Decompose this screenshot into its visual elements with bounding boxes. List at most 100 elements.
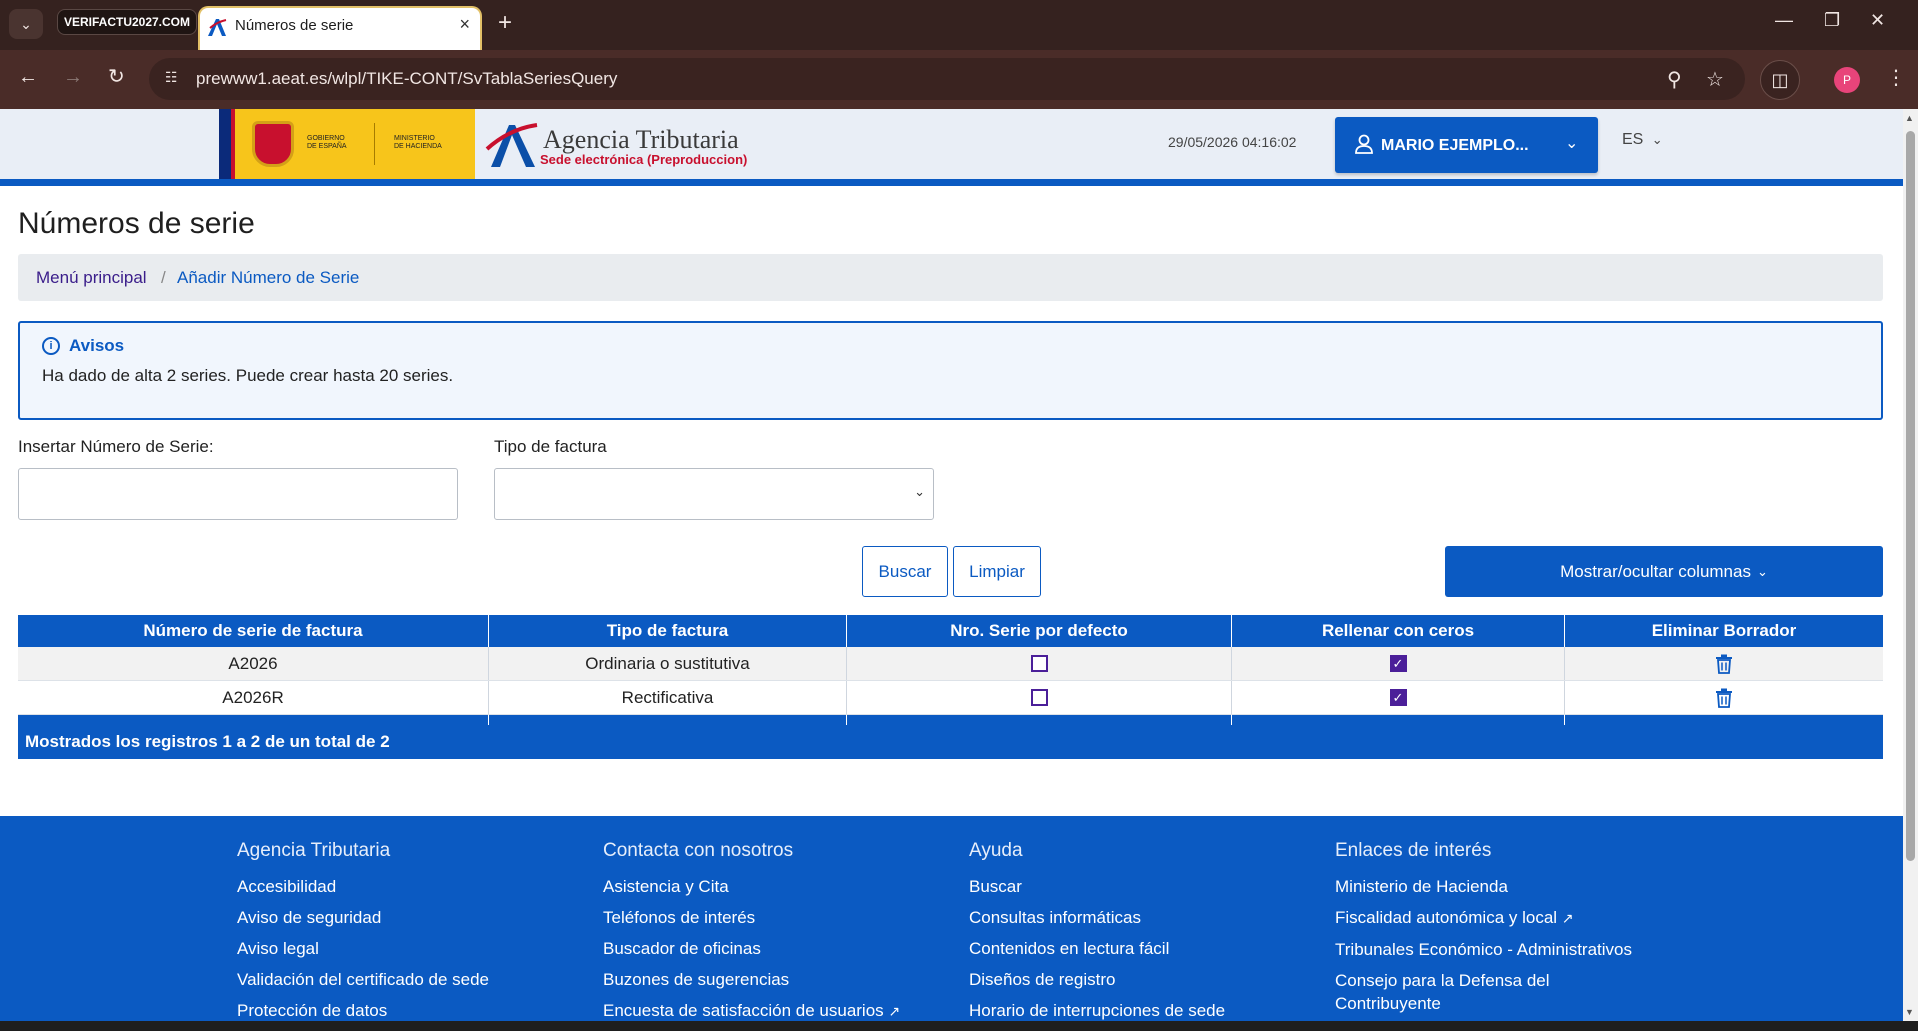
- external-link-icon: ↗: [1561, 910, 1574, 926]
- site-info-icon[interactable]: ☷: [165, 69, 185, 89]
- footer-link[interactable]: Contenidos en lectura fácil: [969, 937, 1225, 960]
- footer-heading: Contacta con nosotros: [603, 840, 794, 861]
- table-record-count: Mostrados los registros 1 a 2 de un tota…: [18, 725, 1883, 759]
- default-series-checkbox[interactable]: [1030, 689, 1048, 706]
- tab-title: Números de serie: [235, 17, 354, 34]
- close-window-icon[interactable]: ✕: [1870, 10, 1885, 31]
- restore-icon[interactable]: ❐: [1824, 10, 1840, 31]
- table-row: A2026 Ordinaria o sustitutiva ✓: [18, 647, 1883, 681]
- footer-link[interactable]: Ministerio de Hacienda: [1335, 875, 1655, 898]
- browser-tab-bar: ⌄ VERIFACTU2027.COM Números de serie × +…: [0, 0, 1918, 50]
- browser-toolbar: ← → ↻ ☷ prewww1.aeat.es/wlpl/TIKE-CONT/S…: [0, 50, 1918, 109]
- address-bar[interactable]: ☷ prewww1.aeat.es/wlpl/TIKE-CONT/SvTabla…: [149, 58, 1745, 100]
- web-page: GOBIERNO DE ESPAÑA MINISTERIO DE HACIEND…: [0, 109, 1903, 1031]
- default-series-checkbox[interactable]: [1030, 655, 1048, 672]
- zoom-icon[interactable]: ⚲: [1667, 67, 1682, 92]
- footer-heading: Ayuda: [969, 840, 1023, 861]
- table-header-row: Número de serie de factura Tipo de factu…: [18, 615, 1883, 647]
- language-selector[interactable]: ES ⌄: [1622, 131, 1663, 149]
- column-header[interactable]: Eliminar Borrador: [1565, 615, 1883, 647]
- agency-subtitle: Sede electrónica (Preproduccion): [540, 152, 748, 167]
- footer-link-encuesta[interactable]: Encuesta de satisfacción de usuarios ↗: [603, 999, 900, 1023]
- taskbar-strip: [0, 1021, 1918, 1031]
- user-menu-button[interactable]: MARIO EJEMPLO... ⌄: [1335, 117, 1598, 173]
- profile-avatar[interactable]: P: [1834, 67, 1860, 93]
- footer-link-fiscalidad[interactable]: Fiscalidad autonómica y local ↗: [1335, 906, 1655, 930]
- footer-link[interactable]: Consejo para la Defensa del Contribuyent…: [1335, 969, 1655, 1015]
- scroll-up-icon[interactable]: ▲: [1905, 113, 1914, 123]
- page-title: Números de serie: [18, 207, 255, 240]
- serie-cell: A2026R: [18, 681, 489, 714]
- column-header[interactable]: Número de serie de factura: [18, 615, 489, 647]
- scroll-down-icon[interactable]: ▼: [1905, 1007, 1914, 1017]
- tab-group-chip[interactable]: VERIFACTU2027.COM: [57, 9, 197, 35]
- footer-link[interactable]: Asistencia y Cita: [603, 875, 900, 898]
- tipo-cell: Ordinaria o sustitutiva: [489, 647, 847, 680]
- bookmark-star-icon[interactable]: ☆: [1706, 67, 1724, 92]
- chevron-down-icon: ⌄: [1651, 132, 1663, 147]
- fill-zeros-checkbox[interactable]: ✓: [1389, 655, 1407, 672]
- footer-link[interactable]: Buscar: [969, 875, 1225, 898]
- extensions-icon[interactable]: ◫: [1760, 60, 1800, 100]
- gobierno-logo[interactable]: GOBIERNO DE ESPAÑA MINISTERIO DE HACIEND…: [219, 109, 475, 179]
- footer-link[interactable]: Protección de datos: [237, 999, 489, 1022]
- footer-link[interactable]: Aviso legal: [237, 937, 489, 960]
- footer-col-contacta: Contacta con nosotros Asistencia y Cita …: [603, 840, 900, 1031]
- breadcrumb-menu-principal[interactable]: Menú principal: [36, 268, 147, 288]
- footer-link[interactable]: Horario de interrupciones de sede: [969, 999, 1225, 1022]
- column-header[interactable]: Nro. Serie por defecto: [847, 615, 1232, 647]
- url-text[interactable]: prewww1.aeat.es/wlpl/TIKE-CONT/SvTablaSe…: [196, 69, 617, 89]
- site-header: GOBIERNO DE ESPAÑA MINISTERIO DE HACIEND…: [0, 109, 1903, 179]
- new-tab-icon[interactable]: +: [498, 11, 512, 35]
- footer-link[interactable]: Consultas informáticas: [969, 906, 1225, 929]
- external-link-icon: ↗: [888, 1003, 901, 1019]
- invoice-type-select[interactable]: ⌄: [494, 468, 934, 520]
- table-row: A2026R Rectificativa ✓: [18, 681, 1883, 715]
- forward-icon[interactable]: →: [63, 65, 83, 89]
- back-icon[interactable]: ←: [18, 65, 38, 89]
- user-icon: [1355, 134, 1373, 154]
- page-scrollbar[interactable]: ▲ ▼: [1903, 109, 1918, 1031]
- close-tab-icon[interactable]: ×: [459, 14, 470, 35]
- footer-link[interactable]: Aviso de seguridad: [237, 906, 489, 929]
- info-icon: i: [42, 337, 60, 355]
- column-header[interactable]: Rellenar con ceros: [1232, 615, 1565, 647]
- footer-link[interactable]: Validación del certificado de sede: [237, 968, 489, 991]
- toggle-columns-button[interactable]: Mostrar/ocultar columnas ⌄: [1445, 546, 1883, 597]
- footer-link[interactable]: Diseños de registro: [969, 968, 1225, 991]
- footer-link[interactable]: Tribunales Económico - Administrativos: [1335, 938, 1655, 961]
- footer-heading: Enlaces de interés: [1335, 840, 1492, 861]
- footer-col-enlaces: Enlaces de interés Ministerio de Haciend…: [1335, 840, 1655, 1023]
- trash-icon[interactable]: [1715, 654, 1733, 674]
- trash-icon[interactable]: [1715, 688, 1733, 708]
- eu-flag-strip: [219, 109, 231, 179]
- scrollbar-thumb[interactable]: [1906, 131, 1915, 861]
- header-datetime: 29/05/2026 04:16:02: [1168, 134, 1297, 150]
- breadcrumb: Menú principal / Añadir Número de Serie: [18, 254, 1883, 301]
- browser-menu-icon[interactable]: ⋮: [1886, 65, 1906, 90]
- coat-of-arms-icon: [252, 121, 294, 167]
- agency-name: Agencia Tributaria: [543, 125, 739, 154]
- footer-link[interactable]: Buscador de oficinas: [603, 937, 900, 960]
- chevron-down-icon: ⌄: [1756, 563, 1768, 579]
- serial-number-input[interactable]: [18, 468, 458, 520]
- breadcrumb-anadir-numero-serie[interactable]: Añadir Número de Serie: [177, 268, 359, 288]
- fill-zeros-checkbox[interactable]: ✓: [1389, 689, 1407, 706]
- chevron-down-icon: ⌄: [1565, 135, 1579, 152]
- buscar-button[interactable]: Buscar: [862, 546, 948, 597]
- site-footer: Agencia Tributaria Accesibilidad Aviso d…: [0, 816, 1903, 1031]
- agencia-tributaria-logo[interactable]: Agencia Tributaria Sede electrónica (Pre…: [485, 119, 750, 175]
- footer-link[interactable]: Teléfonos de interés: [603, 906, 900, 929]
- limpiar-button[interactable]: Limpiar: [953, 546, 1041, 597]
- minimize-icon[interactable]: —: [1775, 10, 1793, 31]
- tab-search-button[interactable]: ⌄: [9, 9, 43, 39]
- reload-icon[interactable]: ↻: [108, 65, 125, 89]
- chevron-down-icon: ⌄: [20, 15, 32, 32]
- browser-tab-active[interactable]: Números de serie ×: [198, 6, 482, 50]
- column-header[interactable]: Tipo de factura: [489, 615, 847, 647]
- alert-title: Avisos: [69, 336, 125, 355]
- footer-link[interactable]: Accesibilidad: [237, 875, 489, 898]
- serie-cell: A2026: [18, 647, 489, 680]
- footer-link[interactable]: Buzones de sugerencias: [603, 968, 900, 991]
- user-name: MARIO EJEMPLO...: [1381, 137, 1529, 154]
